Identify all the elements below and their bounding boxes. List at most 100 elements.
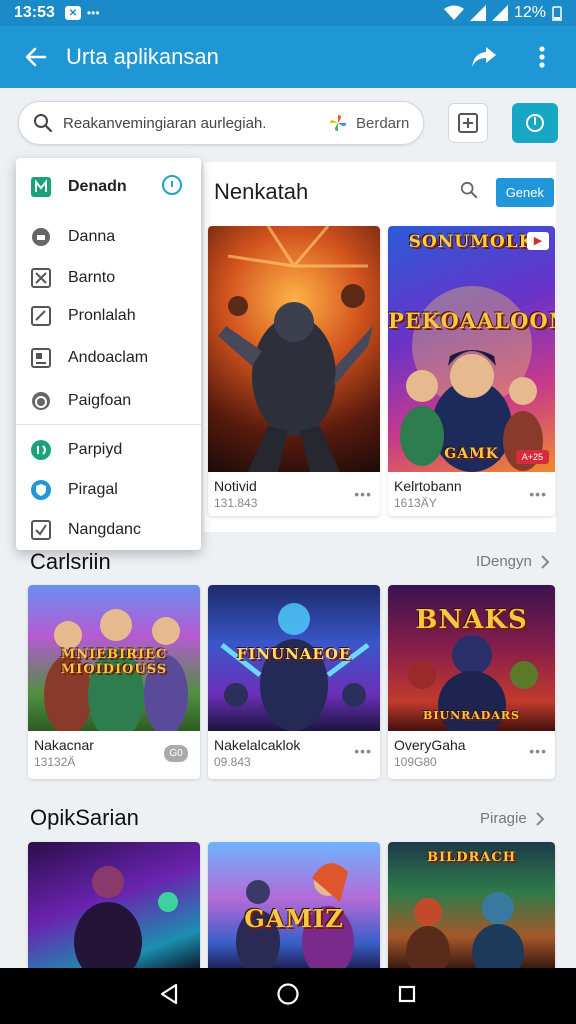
game-meta: 1613ÄY bbox=[394, 496, 437, 510]
notification-icon: ✕ bbox=[64, 6, 81, 20]
signal-icon-2 bbox=[491, 5, 508, 21]
menu-item-barnto[interactable]: Barnto bbox=[16, 261, 201, 295]
app-bar: Urta aplikansan bbox=[0, 26, 576, 88]
featured-badge-button[interactable]: Genek bbox=[495, 177, 554, 207]
grid-icon bbox=[30, 176, 52, 198]
game-meta: 131.843 bbox=[214, 496, 258, 510]
triangle-back-icon bbox=[160, 983, 177, 1004]
menu-divider bbox=[16, 424, 201, 425]
share-button[interactable] bbox=[464, 37, 504, 77]
signal-icon bbox=[469, 5, 486, 21]
menu-item-label: Paigfoan bbox=[68, 392, 132, 409]
game-art-title: GAMIZ bbox=[244, 904, 344, 933]
more-notifications-icon: ••• bbox=[86, 6, 100, 20]
shield-icon bbox=[30, 479, 52, 501]
menu-item-parpiyd[interactable]: Parpiyd bbox=[16, 433, 201, 467]
menu-item-label: Danna bbox=[68, 228, 116, 245]
game-meta: 09.843 bbox=[214, 755, 251, 769]
section-title: OpikSarian bbox=[30, 805, 139, 830]
play-store-logo-icon: ▶ bbox=[527, 232, 549, 250]
game-art-title: BNAKS bbox=[415, 605, 528, 635]
menu-item-pronlalah[interactable]: Pronlalah bbox=[16, 299, 201, 333]
nav-home-button[interactable] bbox=[276, 982, 300, 1011]
featured-card[interactable]: Notivid 131.843 ••• bbox=[208, 226, 380, 516]
info-icon[interactable] bbox=[161, 174, 183, 201]
section-link-label: IDengyn bbox=[476, 553, 532, 570]
game-card[interactable]: BNAKS BIUNRADARS OveryGaha 109G80 ••• bbox=[388, 585, 555, 779]
menu-item-piragal[interactable]: Piragal bbox=[16, 473, 201, 507]
game-art-title: BILDRACH bbox=[426, 850, 516, 865]
featured-search-button[interactable] bbox=[460, 181, 478, 204]
game-art-title: MNIEBIRIEC MIOIDIOUSS bbox=[60, 647, 168, 677]
search-icon bbox=[460, 181, 477, 198]
battery-icon bbox=[552, 6, 562, 21]
game-meta: 109G80 bbox=[394, 755, 437, 769]
more-options-icon[interactable]: ••• bbox=[529, 486, 547, 502]
game-chip-badge: G0 bbox=[164, 745, 188, 762]
menu-item-label: Denadn bbox=[68, 178, 127, 195]
featured-header: Nenkatah Genek bbox=[214, 172, 554, 212]
game-card[interactable]: MNIEBIRIEC MIOIDIOUSS Nakacnar 13132Ä G0 bbox=[28, 585, 200, 779]
add-box-icon bbox=[458, 113, 479, 133]
game-art-image: FINUNAEOE bbox=[208, 585, 380, 731]
box-x-icon bbox=[30, 267, 52, 289]
dropdown-menu: Denadn Danna Barnto Pronlalah Andoaclam … bbox=[16, 158, 201, 550]
game-name: Kelrtobann bbox=[394, 478, 462, 494]
add-button[interactable] bbox=[448, 103, 489, 143]
section-more-link[interactable]: IDengyn bbox=[476, 553, 550, 570]
nav-back-button[interactable] bbox=[159, 983, 179, 1010]
pinwheel-icon bbox=[329, 115, 346, 131]
featured-card[interactable]: SONUMOLK PEKOAALOON GAMK ▶ A+25 Kelrtoba… bbox=[388, 226, 555, 516]
calendar-icon bbox=[30, 347, 52, 369]
compass-button[interactable] bbox=[512, 103, 558, 143]
chevron-right-icon bbox=[541, 554, 550, 569]
menu-item-label: Barnto bbox=[68, 269, 116, 286]
more-options-icon[interactable]: ••• bbox=[354, 743, 372, 759]
circle-icon bbox=[30, 226, 52, 248]
share-icon bbox=[472, 47, 496, 67]
more-vertical-icon bbox=[539, 46, 545, 68]
featured-title: Nenkatah bbox=[214, 179, 309, 204]
nav-recents-button[interactable] bbox=[397, 984, 417, 1009]
game-card[interactable]: FINUNAEOE Nakelalcaklok 09.843 ••• bbox=[208, 585, 380, 779]
game-art-bottom-text: BIUNRADARS bbox=[423, 709, 520, 722]
game-name: Nakelalcaklok bbox=[214, 737, 301, 753]
game-card[interactable]: GAMIZ bbox=[208, 842, 380, 968]
menu-item-nangdanc[interactable]: Nangdanc bbox=[16, 513, 201, 547]
menu-item-danna[interactable]: Danna bbox=[16, 220, 201, 254]
game-art-image bbox=[208, 226, 380, 472]
arrow-left-icon bbox=[25, 47, 47, 67]
more-options-icon[interactable]: ••• bbox=[529, 743, 547, 759]
section-more-link[interactable]: Piragie bbox=[480, 810, 545, 827]
system-nav-bar bbox=[0, 968, 576, 1024]
search-filter-label: Berdarn bbox=[355, 114, 410, 132]
chevron-right-icon bbox=[535, 811, 545, 826]
menu-item-denadn[interactable]: Denadn bbox=[16, 170, 201, 204]
game-card[interactable] bbox=[28, 842, 200, 968]
check-box-icon bbox=[30, 519, 52, 541]
section-title: Carlsriin bbox=[30, 549, 111, 574]
overflow-menu-button[interactable] bbox=[522, 37, 562, 77]
more-options-icon[interactable]: ••• bbox=[354, 486, 372, 502]
search-input[interactable]: Reakanvemingiaran aurlegiah. Berdarn bbox=[18, 101, 425, 145]
menu-item-label: Pronlalah bbox=[68, 307, 136, 324]
battery-level: 12% bbox=[513, 4, 546, 21]
green-circle-icon bbox=[30, 439, 52, 461]
age-rating-tag: A+25 bbox=[515, 450, 549, 464]
menu-item-label: Parpiyd bbox=[68, 441, 123, 458]
search-filter[interactable]: Berdarn bbox=[328, 113, 409, 133]
game-art-image: BILDRACH bbox=[388, 842, 555, 968]
search-row: Reakanvemingiaran aurlegiah. Berdarn bbox=[18, 100, 558, 146]
back-button[interactable] bbox=[14, 35, 58, 79]
search-placeholder: Reakanvemingiaran aurlegiah. bbox=[63, 114, 267, 132]
menu-item-label: Piragal bbox=[68, 481, 118, 498]
game-card[interactable]: BILDRACH bbox=[388, 842, 555, 968]
game-art-title: PEKOAALOON bbox=[388, 308, 555, 333]
game-art-title: FINUNAEOE bbox=[236, 645, 352, 663]
game-meta: 13132Ä bbox=[34, 755, 76, 769]
section-link-label: Piragie bbox=[480, 810, 527, 827]
menu-item-paigfoan[interactable]: Paigfoan bbox=[16, 384, 201, 418]
wifi-icon bbox=[443, 5, 464, 20]
menu-item-andoaclam[interactable]: Andoaclam bbox=[16, 341, 201, 375]
clock-icon bbox=[30, 390, 52, 412]
